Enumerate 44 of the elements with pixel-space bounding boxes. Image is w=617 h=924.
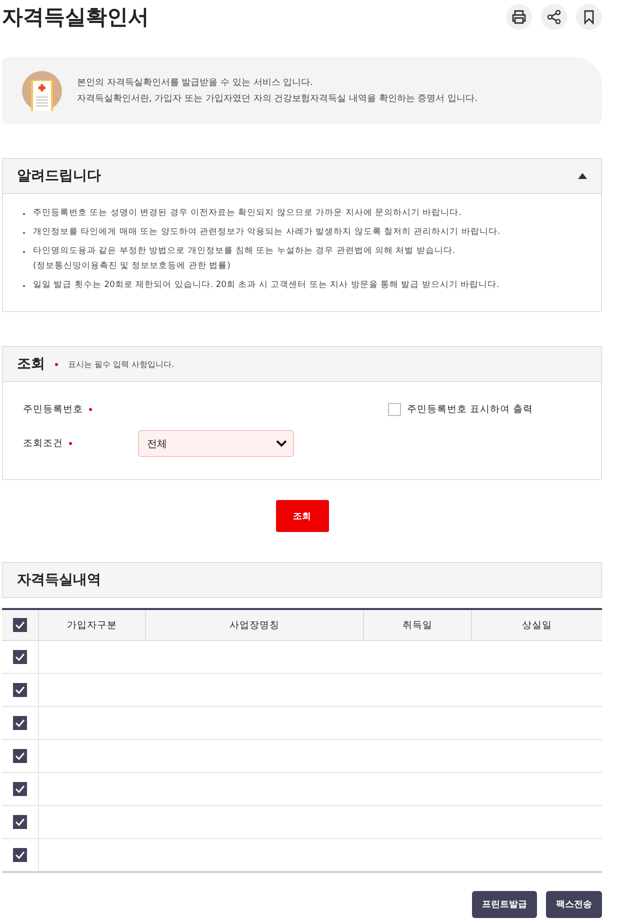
row-checkbox[interactable] — [13, 716, 27, 730]
history-title: 자격득실내역 — [17, 571, 101, 589]
notice-text: 주민등록번호 또는 성명이 변경된 경우 이전자료는 확인되지 않으므로 가까운 지사에 문의하시기 바랍니다. — [33, 207, 462, 220]
row-checkbox[interactable] — [13, 782, 27, 796]
field-label: 주민등록번호 — [23, 402, 83, 416]
collapse-icon[interactable] — [578, 173, 587, 179]
intro-text: 자격득실확인서란, 가입자 또는 가입자였던 자의 건강보험자격득실 내역을 확인하는 증명서 입니다. — [77, 92, 478, 106]
document-icon — [22, 70, 62, 110]
bookmark-button[interactable] — [576, 4, 602, 30]
column-header: 취득일 — [364, 609, 472, 640]
column-header: 가입자구분 — [38, 609, 146, 640]
print-button[interactable] — [506, 4, 532, 30]
action-button[interactable]: 팩스전송 — [546, 891, 602, 918]
notice-text: 일일 발급 횟수는 20회로 제한되어 있습니다. 20회 초과 시 고객센터 또는 지사 방문을 통해 발급 받으시기 바랍니다. — [33, 279, 500, 292]
select-all-checkbox[interactable] — [13, 618, 27, 632]
notice-title: 알려드립니다 — [17, 167, 101, 185]
notice-text: 개인정보를 타인에게 매매 또는 양도하여 관련정보가 악용되는 사례가 발생하지 않도록 철저히 관리하시기 바랍니다. — [33, 226, 500, 239]
chevron-down-icon — [276, 440, 287, 447]
required-mark — [55, 362, 58, 366]
page-title: 자격득실확인서 — [2, 4, 149, 31]
action-button[interactable]: 프린트발급 — [472, 891, 537, 918]
row-checkbox[interactable] — [13, 848, 27, 862]
notice-text: 타인명의도용과 같은 부정한 방법으로 개인정보를 침해 또는 누설하는 경우 관련법에 의해 처벌 받습니다. — [33, 245, 456, 258]
row-checkbox[interactable] — [13, 683, 27, 697]
required-mark — [89, 408, 92, 410]
column-header: 사업장명칭 — [146, 609, 364, 640]
required-note: 표시는 필수 입력 사항입니다. — [68, 358, 174, 370]
search-title: 조회 — [17, 355, 45, 373]
intro-text: 본인의 자격득실확인서를 발급받을 수 있는 서비스 입니다. — [77, 76, 314, 90]
share-icon — [546, 9, 562, 25]
required-mark — [69, 442, 72, 445]
row-checkbox[interactable] — [13, 749, 27, 763]
share-button[interactable] — [541, 4, 567, 30]
printer-icon — [511, 9, 527, 25]
field-label: 조회조건 — [23, 437, 63, 450]
checkbox[interactable] — [388, 402, 401, 416]
condition-select[interactable]: 전체 — [138, 430, 294, 457]
notice-header[interactable]: 알려드립니다 — [3, 159, 601, 194]
row-checkbox[interactable] — [13, 815, 27, 829]
notice-note: (정보통신망이용촉진 및 정보보호등에 관한 법률) — [33, 260, 232, 273]
checkbox-label: 주민등록번호 표시하여 출력 — [406, 402, 533, 416]
search-button[interactable]: 조회 — [276, 500, 328, 532]
row-checkbox[interactable] — [13, 650, 27, 664]
column-header: 상실일 — [472, 609, 602, 640]
